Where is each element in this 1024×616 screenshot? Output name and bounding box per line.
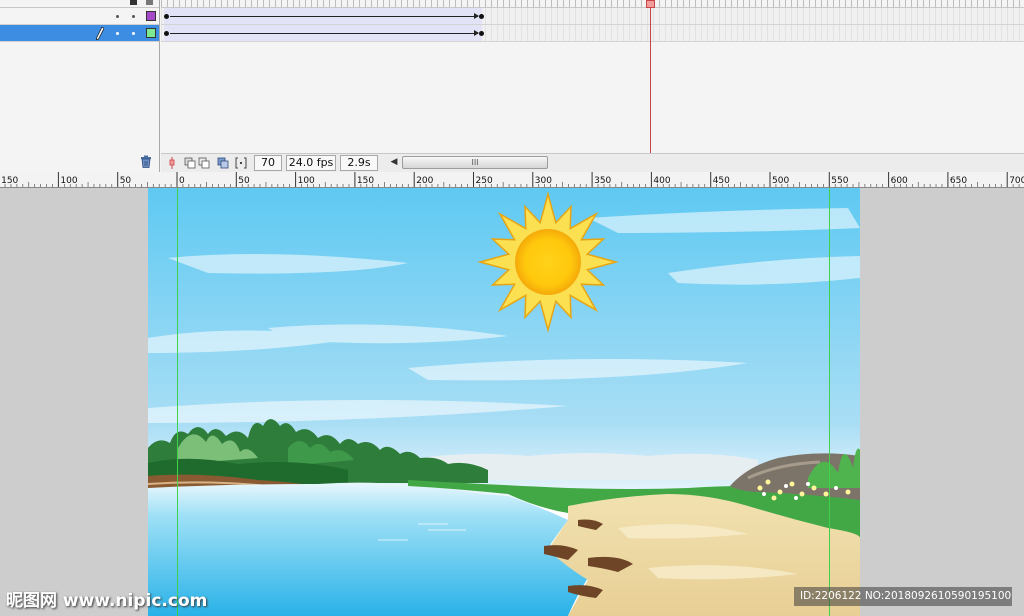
keyframe[interactable] bbox=[479, 31, 484, 36]
ruler-label: 550 bbox=[831, 176, 848, 186]
ruler-label: 100 bbox=[298, 176, 315, 186]
ruler-label: 700 bbox=[1009, 176, 1024, 186]
frame-rate-field[interactable]: 24.0 fps bbox=[286, 155, 336, 171]
current-frame-field[interactable]: 70 bbox=[254, 155, 282, 171]
ruler-scale: 150 100 50 0 50 100 150 200 250 300 350 400 450 500 55… bbox=[1, 172, 1024, 187]
stage-canvas[interactable] bbox=[148, 188, 860, 616]
ruler-label: 150 bbox=[357, 176, 374, 186]
lake bbox=[148, 482, 588, 616]
watermark-site: 昵图网 www.nipic.com bbox=[6, 591, 208, 611]
ruler-label: 450 bbox=[713, 176, 730, 186]
keyframe[interactable] bbox=[479, 14, 484, 19]
elapsed-time-field: 2.9s bbox=[340, 155, 378, 171]
show-hide-icon[interactable] bbox=[130, 0, 137, 5]
horizontal-ruler: 150 100 50 0 50 100 150 200 250 300 350 400 450 500 55… bbox=[0, 172, 1024, 188]
keyframe[interactable] bbox=[164, 31, 169, 36]
ruler-label: 150 bbox=[1, 176, 18, 186]
modify-markers-icon[interactable] bbox=[235, 157, 247, 169]
pencil-icon bbox=[96, 27, 104, 40]
pasteboard[interactable] bbox=[0, 188, 1024, 616]
ruler-label: 50 bbox=[238, 176, 250, 186]
frame-row-1[interactable] bbox=[161, 8, 1024, 25]
layer-outline-color-swatch[interactable] bbox=[146, 28, 156, 38]
ruler-label: 600 bbox=[891, 176, 908, 186]
edit-multiple-frames-icon[interactable] bbox=[217, 157, 229, 169]
center-frame-icon[interactable] bbox=[166, 157, 178, 169]
playhead-line bbox=[650, 8, 651, 153]
timeline-scroll-thumb[interactable]: III bbox=[402, 156, 548, 169]
ruler-label: 250 bbox=[476, 176, 493, 186]
ruler-label: 400 bbox=[653, 176, 670, 186]
sun bbox=[477, 191, 619, 333]
ruler-label: 650 bbox=[950, 176, 967, 186]
tween-arrow bbox=[170, 30, 479, 36]
lock-dot-icon[interactable] bbox=[132, 32, 135, 35]
onion-skin-outlines-icon[interactable] bbox=[198, 157, 210, 169]
ruler-label: 50 bbox=[120, 176, 132, 186]
ruler-label: 200 bbox=[416, 176, 433, 186]
ruler-label: 500 bbox=[772, 176, 789, 186]
vertical-guide[interactable] bbox=[177, 188, 178, 616]
sun-core bbox=[515, 229, 581, 295]
visibility-dot-icon[interactable] bbox=[116, 32, 119, 35]
ruler-label: 100 bbox=[60, 176, 77, 186]
visibility-dot-icon[interactable] bbox=[116, 15, 119, 18]
watermark-id: ID:2206122 NO:20180926105901951000 bbox=[794, 587, 1012, 606]
flash-editor-window: 70 24.0 fps 2.9s ◀ III 150 100 50 0 50 100 150… bbox=[0, 0, 1024, 616]
layer-outline-color-swatch[interactable] bbox=[146, 11, 156, 21]
lock-dot-icon[interactable] bbox=[132, 15, 135, 18]
motion-tween-span[interactable] bbox=[164, 8, 482, 24]
onion-skin-icon[interactable] bbox=[184, 157, 196, 169]
frame-row-2[interactable] bbox=[161, 25, 1024, 42]
ruler-label: 0 bbox=[179, 176, 185, 186]
keyframe[interactable] bbox=[164, 14, 169, 19]
layers-panel bbox=[0, 0, 160, 172]
motion-tween-span[interactable] bbox=[164, 25, 482, 41]
layer-header bbox=[0, 0, 159, 8]
layer-row-2[interactable] bbox=[0, 25, 159, 42]
lock-icon[interactable] bbox=[146, 0, 153, 5]
ruler-label: 350 bbox=[594, 176, 611, 186]
frame-numbers-header[interactable] bbox=[161, 0, 1024, 8]
tween-arrow bbox=[170, 13, 479, 19]
trash-icon[interactable] bbox=[140, 155, 152, 168]
timeline-panel: 70 24.0 fps 2.9s ◀ III bbox=[0, 0, 1024, 172]
scroll-left-arrow-icon[interactable]: ◀ bbox=[388, 156, 400, 169]
playhead-handle[interactable] bbox=[646, 0, 655, 8]
vertical-guide[interactable] bbox=[829, 188, 830, 616]
ruler-label: 300 bbox=[535, 176, 552, 186]
frames-panel[interactable] bbox=[161, 0, 1024, 172]
layer-row-1[interactable] bbox=[0, 8, 159, 25]
timeline-status-bar: 70 24.0 fps 2.9s ◀ III bbox=[161, 153, 1024, 172]
